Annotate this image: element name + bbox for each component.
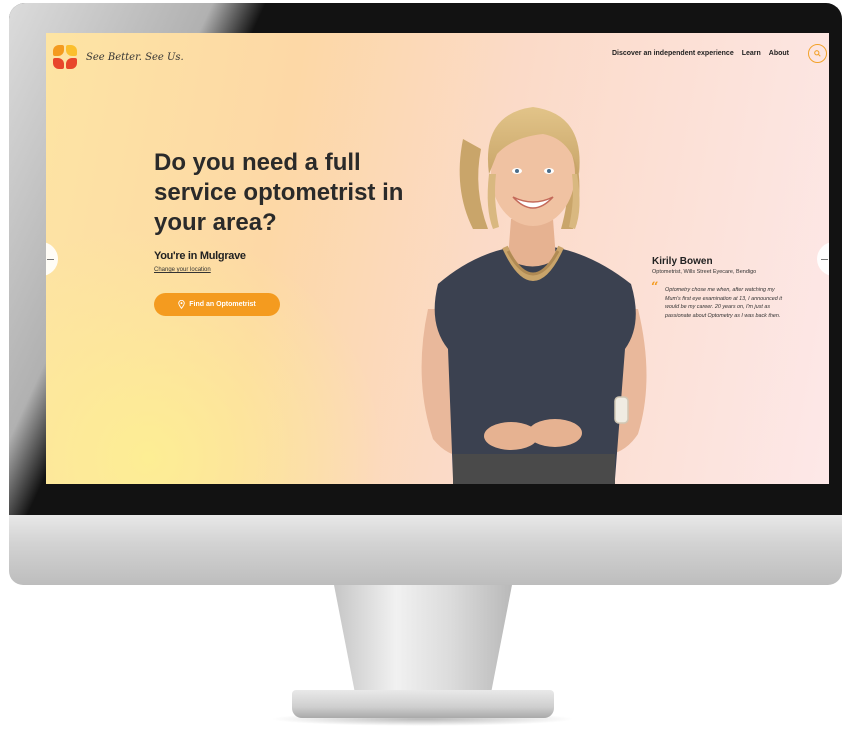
search-button[interactable] <box>808 44 827 63</box>
hero-headline: Do you need a full service optometrist i… <box>154 149 404 236</box>
change-location-link[interactable]: Change your location <box>154 267 211 273</box>
monitor-stand-neck <box>334 585 512 695</box>
monitor-frame: See Better. See Us. Discover an independ… <box>9 3 842 515</box>
current-location-text: You're in Mulgrave <box>154 250 246 262</box>
search-icon <box>814 50 821 57</box>
carousel-prev-button[interactable] <box>46 242 58 276</box>
monitor-stand-base <box>292 690 554 718</box>
nav-item-learn[interactable]: Learn <box>742 50 761 57</box>
find-optometrist-label: Find an Optometrist <box>189 301 256 308</box>
testimonial-role: Optometrist, Wills Street Eyecare, Bendi… <box>652 269 757 275</box>
testimonial-name: Kirily Bowen <box>652 256 713 267</box>
main-nav: Discover an independent experience Learn… <box>612 50 789 57</box>
arrow-right-icon <box>821 258 828 260</box>
site-tagline: See Better. See Us. <box>86 52 184 63</box>
location-pin-icon <box>178 300 185 309</box>
testimonial-quote: Optometry chose me when, after watching … <box>665 287 782 319</box>
background-glow <box>46 224 386 484</box>
monitor-chin <box>9 515 842 585</box>
website-screen: See Better. See Us. Discover an independ… <box>46 33 829 484</box>
optometrist-photo <box>421 107 647 484</box>
find-optometrist-button[interactable]: Find an Optometrist <box>154 293 280 316</box>
butterfly-logo-icon[interactable] <box>53 45 77 69</box>
nav-item-about[interactable]: About <box>769 50 789 57</box>
arrow-left-icon <box>47 258 54 260</box>
nav-item-discover[interactable]: Discover an independent experience <box>612 50 734 57</box>
carousel-next-button[interactable] <box>817 242 829 276</box>
quote-mark-icon: “ <box>651 280 659 295</box>
